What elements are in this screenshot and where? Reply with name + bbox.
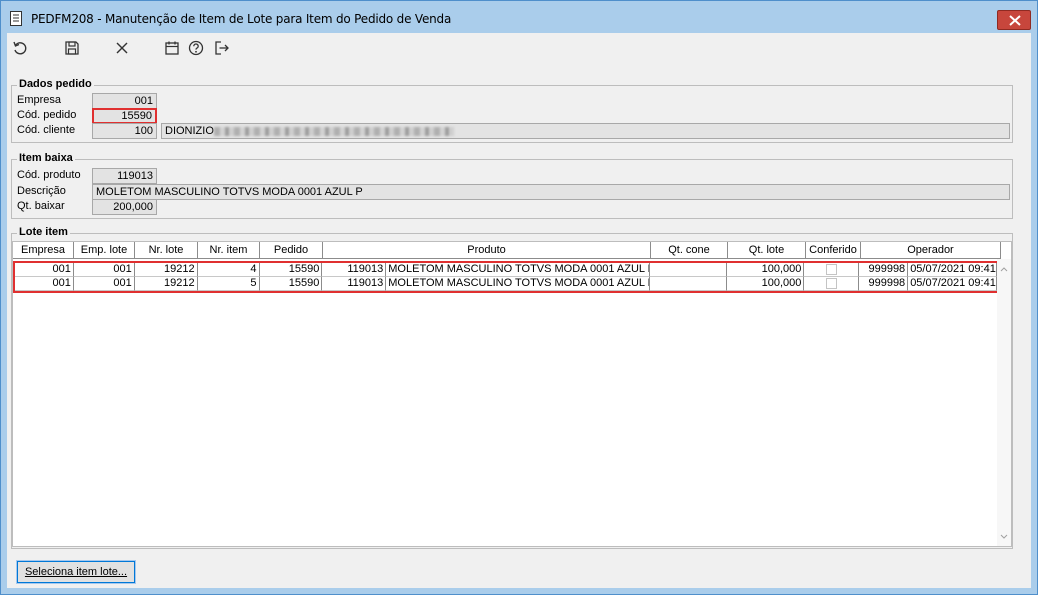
col-nr-item[interactable]: Nr. item <box>198 242 260 259</box>
cliente-nome-field: DIONIZIO <box>161 123 1010 139</box>
col-conferido[interactable]: Conferido <box>806 242 861 259</box>
cell-qt-lote: 100,000 <box>726 263 805 277</box>
cell-empresa: 001 <box>15 277 74 291</box>
empresa-field[interactable]: 001 <box>92 93 157 109</box>
title-bar[interactable]: PEDFM208 - Manutenção de Item de Lote pa… <box>1 1 1037 33</box>
cod-cliente-field[interactable]: 100 <box>92 123 157 139</box>
qt-baixar-field[interactable]: 200,000 <box>92 199 157 215</box>
conferido-checkbox[interactable] <box>825 278 837 289</box>
cell-qt-cone <box>649 277 727 291</box>
cell-produto-cod: 119013 <box>322 277 387 291</box>
cod-produto-label: Cód. produto <box>17 169 81 181</box>
cell-nr-lote: 19212 <box>134 263 198 277</box>
grid-header: Empresa Emp. lote Nr. lote Nr. item Pedi… <box>13 242 1001 259</box>
descricao-field[interactable]: MOLETOM MASCULINO TOTVS MODA 0001 AZUL P <box>92 184 1010 200</box>
cell-nr-item: 4 <box>197 263 260 277</box>
undo-icon[interactable] <box>11 39 29 57</box>
qt-baixar-label: Qt. baixar <box>17 200 65 212</box>
col-nr-lote[interactable]: Nr. lote <box>135 242 198 259</box>
seleciona-item-lote-button[interactable]: Seleciona item lote... <box>16 560 136 584</box>
window-title: PEDFM208 - Manutenção de Item de Lote pa… <box>31 12 452 26</box>
exit-icon[interactable] <box>213 39 231 57</box>
chevron-down-icon[interactable] <box>997 532 1011 542</box>
cell-empresa: 001 <box>15 263 74 277</box>
col-pedido[interactable]: Pedido <box>260 242 323 259</box>
save-icon[interactable] <box>63 39 81 57</box>
cell-emp-lote: 001 <box>73 277 135 291</box>
col-empresa[interactable]: Empresa <box>13 242 74 259</box>
client-area: Dados pedido Empresa 001 Cód. pedido 155… <box>7 33 1031 588</box>
cell-produto-desc: MOLETOM MASCULINO TOTVS MODA 0001 AZUL P <box>386 263 650 277</box>
cell-nr-lote: 19212 <box>134 277 198 291</box>
close-x-icon <box>1009 15 1021 26</box>
app-window: PEDFM208 - Manutenção de Item de Lote pa… <box>0 0 1038 595</box>
col-qt-lote[interactable]: Qt. lote <box>728 242 806 259</box>
item-baixa-group: Item baixa Cód. produto 119013 Descrição… <box>11 152 1013 219</box>
cell-pedido: 15590 <box>259 263 323 277</box>
window-close-button[interactable] <box>997 10 1031 30</box>
cell-pedido: 15590 <box>259 277 323 291</box>
lote-item-legend: Lote item <box>17 226 70 238</box>
cod-pedido-field[interactable]: 15590 <box>92 108 157 124</box>
cell-operador-data: 05/07/2021 09:41: <box>908 277 997 291</box>
cell-operador-data: 05/07/2021 09:41: <box>908 263 997 277</box>
dados-pedido-legend: Dados pedido <box>17 78 94 90</box>
conferido-checkbox[interactable] <box>825 264 837 275</box>
cell-qt-cone <box>649 263 727 277</box>
toolbar <box>7 33 1031 63</box>
chevron-up-icon[interactable] <box>997 265 1011 275</box>
cell-qt-lote: 100,000 <box>726 277 805 291</box>
help-icon[interactable] <box>187 39 205 57</box>
cell-conferido <box>804 263 860 277</box>
cell-conferido <box>804 277 860 291</box>
col-emp-lote[interactable]: Emp. lote <box>74 242 135 259</box>
lote-item-grid[interactable]: Empresa Emp. lote Nr. lote Nr. item Pedi… <box>12 241 1012 547</box>
table-row[interactable]: 001 001 19212 4 15590 119013 MOLETOM MAS… <box>15 263 997 277</box>
cell-nr-item: 5 <box>197 277 260 291</box>
calendar-icon[interactable] <box>163 39 181 57</box>
cliente-nome-text: DIONIZIO <box>165 125 214 137</box>
cod-pedido-label: Cód. pedido <box>17 109 77 121</box>
cell-produto-desc: MOLETOM MASCULINO TOTVS MODA 0001 AZUL P <box>386 277 650 291</box>
document-icon <box>10 11 22 26</box>
cell-emp-lote: 001 <box>73 263 135 277</box>
vertical-scrollbar[interactable] <box>997 259 1011 546</box>
col-qt-cone[interactable]: Qt. cone <box>651 242 728 259</box>
redacted-text <box>213 126 454 136</box>
dados-pedido-group: Dados pedido Empresa 001 Cód. pedido 155… <box>11 78 1013 143</box>
item-baixa-legend: Item baixa <box>17 152 75 164</box>
col-operador[interactable]: Operador <box>861 242 1001 259</box>
cell-produto-cod: 119013 <box>322 263 387 277</box>
empresa-label: Empresa <box>17 94 62 106</box>
close-icon[interactable] <box>113 39 131 57</box>
col-produto[interactable]: Produto <box>323 242 651 259</box>
descricao-label: Descrição <box>17 185 66 197</box>
cod-cliente-label: Cód. cliente <box>17 124 76 136</box>
cell-operador-cod: 999998 <box>859 277 909 291</box>
selected-rows-highlight: 001 001 19212 4 15590 119013 MOLETOM MAS… <box>13 261 999 293</box>
cell-operador-cod: 999998 <box>859 263 909 277</box>
table-row[interactable]: 001 001 19212 5 15590 119013 MOLETOM MAS… <box>15 277 997 291</box>
cod-produto-field[interactable]: 119013 <box>92 168 157 184</box>
